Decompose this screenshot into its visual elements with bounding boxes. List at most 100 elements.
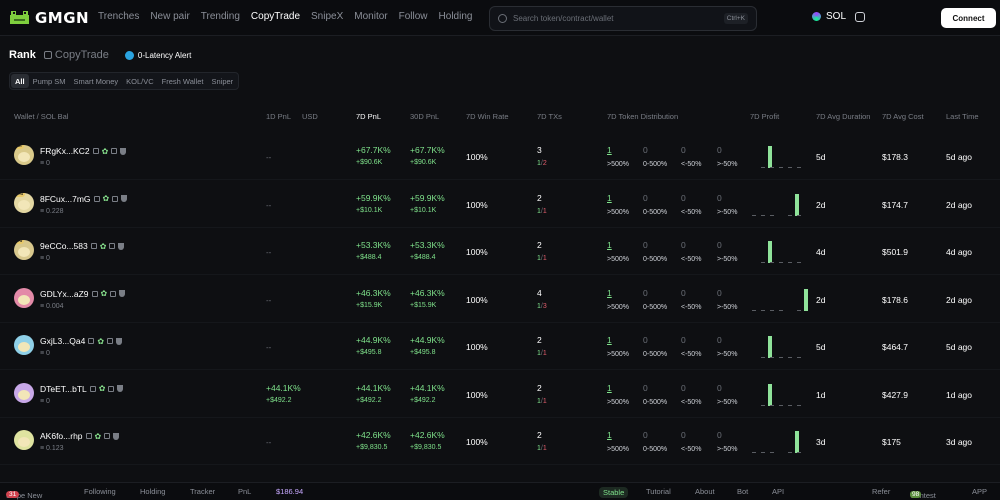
filter-smart-money[interactable]: Smart Money — [70, 74, 123, 88]
dist-value[interactable]: 1 — [607, 240, 612, 250]
nav-holding[interactable]: Holding — [439, 11, 473, 22]
sol-balance: ≡ 0 — [40, 350, 50, 357]
last-time: 4d ago — [946, 247, 972, 257]
copy-icon[interactable] — [112, 195, 119, 202]
copy-icon[interactable] — [110, 290, 117, 297]
30d-pnl: +53.3K% — [410, 240, 445, 250]
edit-icon[interactable] — [89, 385, 96, 392]
copy-icon[interactable] — [109, 243, 116, 249]
edit-icon[interactable] — [92, 148, 99, 154]
refer-link[interactable]: Refer — [872, 487, 890, 496]
following-link[interactable]: Following — [84, 487, 116, 496]
edit-icon[interactable] — [90, 243, 97, 249]
edit-icon[interactable] — [91, 290, 98, 297]
app-link[interactable]: APP — [972, 487, 987, 496]
copy-icon[interactable] — [104, 433, 111, 439]
settings-icon[interactable] — [855, 11, 866, 22]
table-row[interactable]: GDLYx...aZ9 ✿ ≡ 0.004 -- +46.3K% +$15.9K +46.3… — [0, 276, 1000, 323]
dist-value[interactable]: 1 — [607, 288, 612, 298]
dist-value[interactable]: 1 — [607, 383, 612, 393]
filter-all[interactable]: All — [11, 74, 29, 88]
table-row[interactable]: AK6fo...rhp ✿ ≡ 0.123 -- +42.6K% +$9,830.5 +42… — [0, 418, 1000, 465]
edit-icon[interactable] — [88, 338, 95, 344]
tx-count: 2 — [537, 240, 542, 250]
page-title[interactable]: Rank — [9, 49, 36, 61]
dist-value: 0 — [681, 287, 686, 298]
dist-label: >500% — [607, 161, 629, 168]
col-7d-win-rate[interactable]: 7D Win Rate — [466, 112, 509, 121]
table-row[interactable]: DTeET...bTL ✿ ≡ 0 +44.1K% +$492.2 +44.1K% +$49… — [0, 371, 1000, 418]
tx-split: 1/1 — [537, 207, 547, 215]
dist-label: <-50% — [681, 446, 702, 453]
filter-pump-sm[interactable]: Pump SM — [29, 74, 70, 88]
nav-trenches[interactable]: Trenches — [98, 11, 139, 22]
latency-alert[interactable]: 0-Latency Alert — [124, 50, 191, 60]
holding-link[interactable]: Holding — [140, 487, 165, 496]
col-usd[interactable]: USD — [302, 112, 318, 121]
dist-value[interactable]: 1 — [607, 430, 612, 440]
about-link[interactable]: About — [695, 487, 715, 496]
wallet-name[interactable]: GDLYx...aZ9 ✿ — [40, 289, 126, 299]
tutorial-link[interactable]: Tutorial — [646, 487, 671, 496]
nav-snipex[interactable]: SnipeX — [311, 11, 343, 22]
win-rate: 100% — [466, 342, 488, 352]
table-row[interactable]: 2nd 8FCux...7mG ✿ ≡ 0.228 -- +59.9K% +$10.1K +5… — [0, 181, 1000, 228]
dist-value: 0 — [643, 430, 648, 440]
nav-new-pair[interactable]: New pair — [150, 11, 189, 22]
wallet-name[interactable]: DTeET...bTL ✿ — [40, 384, 124, 394]
nav-copytrade[interactable]: CopyTrade — [251, 11, 300, 22]
wallet-name[interactable]: GxjL3...Qa4 ✿ — [40, 336, 123, 346]
tx-losses: 1 — [542, 207, 547, 215]
copy-icon[interactable] — [111, 148, 118, 154]
edit-icon[interactable] — [85, 433, 92, 439]
avatar — [14, 382, 34, 403]
chain-selector[interactable]: SOL — [812, 11, 866, 22]
shield-icon — [116, 337, 123, 345]
col-1d-pnl[interactable]: 1D PnL — [266, 112, 291, 121]
dist-value[interactable]: 1 — [607, 335, 612, 345]
col-7d-pnl[interactable]: 7D PnL — [356, 112, 381, 121]
bot-link[interactable]: Bot — [737, 487, 748, 496]
win-rate: 100% — [466, 437, 488, 447]
wallet-name[interactable]: 9eCCo...583 ✿ — [40, 241, 125, 251]
filter-sniper[interactable]: Sniper — [207, 74, 237, 88]
dist-value: 0 — [681, 145, 686, 155]
tracker-link[interactable]: Tracker — [190, 487, 215, 496]
dist-value: 0 — [717, 382, 722, 393]
wallet-name[interactable]: FRgKx...KC2 ✿ — [40, 146, 127, 156]
search-input[interactable]: Search token/contract/wallet Ctrl+K — [489, 6, 757, 31]
api-link[interactable]: API — [772, 487, 784, 496]
dist-value[interactable]: 1 — [607, 193, 612, 203]
col-7d-txs[interactable]: 7D TXs — [537, 112, 562, 121]
wallet-name[interactable]: AK6fo...rhp ✿ — [40, 431, 120, 441]
nav-monitor[interactable]: Monitor — [354, 11, 387, 22]
pnl-link[interactable]: PnL — [238, 487, 251, 496]
tx-losses: 3 — [542, 302, 547, 310]
filter-fresh-wallet[interactable]: Fresh Wallet — [158, 74, 208, 88]
wallet-name[interactable]: 8FCux...7mG ✿ — [40, 194, 128, 204]
sol-balance-value: 0.228 — [46, 207, 64, 215]
col-30d-pnl[interactable]: 30D PnL — [410, 112, 439, 121]
nav-trending[interactable]: Trending — [201, 11, 240, 22]
logo[interactable]: GMGN — [9, 9, 89, 27]
nav-follow[interactable]: Follow — [399, 11, 428, 22]
win-rate: 100% — [466, 389, 488, 400]
copy-icon[interactable] — [107, 338, 114, 344]
1d-pnl: -- — [266, 248, 272, 257]
edit-icon[interactable] — [93, 195, 100, 202]
dist-label: <-50% — [681, 303, 702, 311]
copy-icon — [43, 51, 52, 59]
dist-value: 0 — [643, 145, 648, 155]
table-row[interactable]: 1st FRgKx...KC2 ✿ ≡ 0 -- +67.7K% +$90.6K +67.7K… — [0, 133, 1000, 180]
dist-label: >500% — [607, 208, 629, 216]
copy-icon[interactable] — [108, 385, 115, 392]
col-last-time: Last Time — [946, 112, 979, 121]
copytrade-tab[interactable]: CopyTrade — [43, 49, 109, 61]
dist-value[interactable]: 1 — [607, 145, 612, 155]
7d-pnl-usd: +$488.4 — [356, 254, 382, 261]
table-row[interactable]: GxjL3...Qa4 ✿ ≡ 0 -- +44.9K% +$495.8 +44.9K% +$… — [0, 323, 1000, 370]
7d-pnl-usd: +$492.2 — [356, 396, 382, 404]
table-row[interactable]: 3rd 9eCCo...583 ✿ ≡ 0 -- +53.3K% +$488.4 +53.3K… — [0, 228, 1000, 275]
filter-kol-vc[interactable]: KOL/VC — [122, 74, 158, 88]
connect-button[interactable]: Connect — [941, 8, 996, 28]
